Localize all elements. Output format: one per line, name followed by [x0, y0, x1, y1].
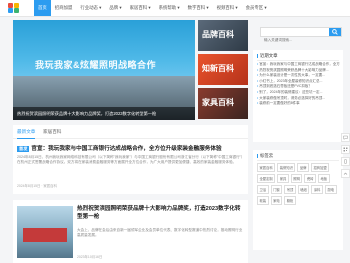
banner-caption[interactable]: 热烈祝贺滨园照明荣获品牌十大影响力品牌奖，打造2023数字化转型第一枪 — [13, 107, 195, 120]
article-badge: 首发 — [17, 146, 30, 152]
article-thumbnail[interactable] — [17, 206, 73, 258]
latest-posts-list: 官宣：我玩我家与中国工商银行达成战略合作，全方位... 热烈祝贺滨园照明荣获品牌… — [257, 62, 340, 107]
search-icon — [332, 29, 338, 35]
nav-brand[interactable]: 品牌 ▾ — [105, 0, 125, 16]
nav-member[interactable]: 会员专区 ▾ — [242, 0, 271, 16]
nav-system-help[interactable]: 系统帮助 ▾ — [155, 0, 184, 16]
article-card[interactable]: 首发 官宣：我玩我家与中国工商银行达成战略合作，全方位升级家装金融服务体验 202… — [13, 139, 248, 194]
side-card-brand[interactable]: 品牌百科 — [198, 20, 248, 51]
tag-link[interactable]: 门窗 — [270, 185, 283, 194]
article-title[interactable]: 首发 官宣：我玩我家与中国工商银行达成战略合作，全方位升级家装金融服务体验 — [17, 144, 222, 152]
side-card-label: 家具百科 — [202, 98, 234, 107]
side-card-knowledge[interactable]: 知新百科 — [198, 54, 248, 85]
search-input[interactable] — [261, 36, 330, 44]
site-logo[interactable] — [8, 3, 30, 13]
tag-link[interactable]: 软装 — [257, 196, 269, 205]
tag-link[interactable]: 墙纸 — [297, 185, 310, 194]
tag-cloud-panel: 标签云 家居百科 装修知识 品牌 招商加盟 全屋定制 家具 照明 瓷砖 地板 卫… — [253, 150, 343, 250]
article-tabs: 最新文章 家居百科 — [13, 125, 248, 139]
side-card-furniture[interactable]: 家具百科 — [198, 88, 248, 119]
tag-link[interactable]: 品牌 — [297, 163, 309, 172]
search-button[interactable] — [329, 28, 341, 36]
tag-link[interactable]: 厨电 — [324, 185, 337, 194]
list-item[interactable]: 官宣：我玩我家与中国工商银行达成战略合作，全方位... — [257, 62, 340, 68]
latest-posts-panel: 近期文章 官宣：我玩我家与中国工商银行达成战略合作，全方位... 热烈祝贺滨园照… — [253, 50, 343, 142]
tab-latest[interactable]: 最新文章 — [17, 125, 36, 139]
side-card-label: 知新百科 — [202, 64, 234, 73]
phone-icon[interactable] — [341, 157, 350, 166]
tag-link[interactable]: 卫浴 — [257, 185, 269, 194]
article-excerpt: 大会上，品牌在会后由来自新一届领军企业及会员单位代表、数字化转型赛道中热烈讨论，… — [77, 228, 243, 237]
search-box — [260, 27, 342, 44]
tag-link[interactable]: 吊顶 — [284, 185, 296, 194]
main-nav: 首页 招商加盟 行业动态 ▾ 品牌 ▾ 家居百科 ▾ 系统帮助 ▾ 数字百科 ▾… — [34, 0, 271, 16]
tag-link[interactable]: 家电 — [270, 196, 283, 205]
tag-link[interactable]: 家具 — [277, 174, 289, 183]
article-meta: 2024年8月15日 · 家居百科 — [17, 184, 57, 188]
top-icon[interactable] — [341, 169, 350, 178]
nav-home[interactable]: 首页 — [34, 0, 51, 16]
top-navbar: 首页 招商加盟 行业动态 ▾ 品牌 ▾ 家居百科 ▾ 系统帮助 ▾ 数字百科 ▾… — [0, 0, 350, 17]
divider — [257, 160, 339, 161]
article-title[interactable]: 热烈祝贺滨园照明荣获品牌十大影响力品牌奖，打造2023数字化转型第一枪 — [77, 206, 245, 221]
nav-franchise[interactable]: 招商加盟 — [51, 0, 77, 16]
tag-link[interactable]: 全屋定制 — [257, 174, 276, 183]
qr-icon[interactable] — [341, 145, 350, 154]
nav-video[interactable]: 视频百科 ▾ — [213, 0, 242, 16]
tag-cloud: 家居百科 装修知识 品牌 招商加盟 全屋定制 家具 照明 瓷砖 地板 卫浴 门窗… — [257, 163, 341, 205]
tag-link[interactable]: 照明 — [290, 174, 303, 183]
tag-link[interactable]: 装修知识 — [277, 163, 296, 172]
tab-home-encyclopedia[interactable]: 家居百科 — [43, 125, 61, 138]
article-meta: 2023年10月16日 — [77, 255, 103, 259]
tag-link[interactable]: 橱柜 — [284, 196, 296, 205]
tag-link[interactable]: 家居百科 — [257, 163, 276, 172]
chat-icon[interactable] — [341, 133, 350, 142]
divider — [257, 60, 339, 61]
side-card-label: 品牌百科 — [202, 30, 234, 39]
panel-title: 近期文章 — [257, 53, 278, 59]
article-title-text: 官宣：我玩我家与中国工商银行达成战略合作，全方位升级家装金融服务体验 — [31, 146, 222, 152]
nav-home-encyclopedia[interactable]: 家居百科 ▾ — [126, 0, 155, 16]
list-item[interactable]: 装修前一定要做好的8件事 — [257, 101, 340, 107]
tag-link[interactable]: 涂料 — [311, 185, 323, 194]
nav-digital[interactable]: 数字百科 ▾ — [184, 0, 213, 16]
tag-link[interactable]: 招商加盟 — [310, 163, 330, 172]
panel-title: 标签云 — [257, 153, 273, 159]
banner-headline: 我玩我家&炫耀照明战略合作 — [35, 60, 157, 70]
tag-link[interactable]: 地板 — [317, 174, 330, 183]
nav-industry[interactable]: 行业动态 ▾ — [76, 0, 105, 16]
article-excerpt: 2024年8月15日，杭州我玩我家网络科技有限公司（以下简称"我玩我家"）与中国… — [17, 155, 243, 164]
floating-toolbar — [341, 133, 350, 181]
tag-link[interactable]: 瓷砖 — [304, 174, 316, 183]
hero-banner[interactable]: 我玩我家&炫耀照明战略合作 热烈祝贺滨园照明荣获品牌十大影响力品牌奖，打造202… — [13, 20, 195, 120]
article-card[interactable]: 热烈祝贺滨园照明荣获品牌十大影响力品牌奖，打造2023数字化转型第一枪 大会上，… — [13, 200, 248, 263]
